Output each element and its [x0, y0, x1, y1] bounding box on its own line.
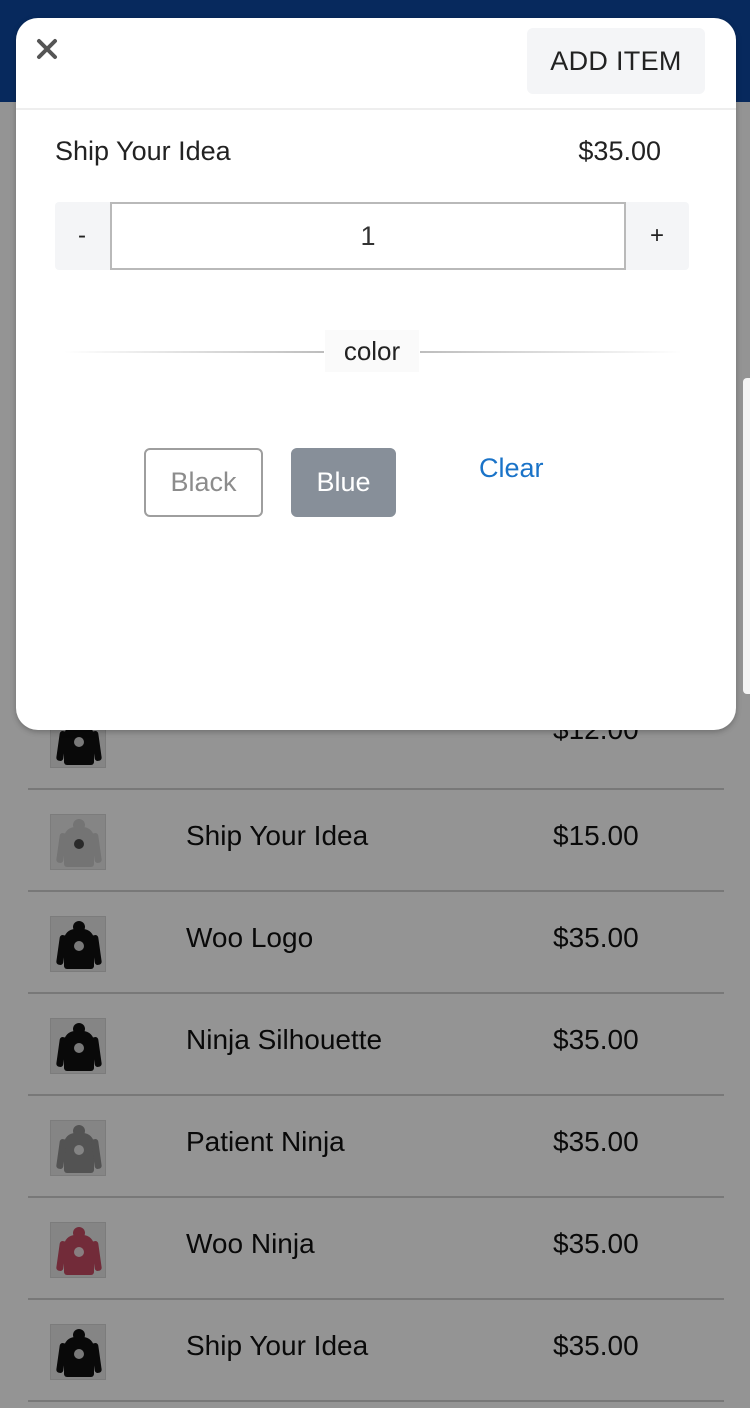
close-button[interactable]: [30, 32, 64, 66]
option-black-button[interactable]: Black: [144, 448, 263, 517]
close-icon: [37, 39, 57, 59]
divider: [420, 351, 682, 353]
divider: [64, 351, 324, 353]
decrement-button[interactable]: -: [55, 202, 109, 270]
clear-link[interactable]: Clear: [479, 453, 544, 484]
dialog-header: ADD ITEM: [16, 18, 736, 110]
add-item-button[interactable]: ADD ITEM: [527, 28, 705, 94]
product-price: $35.00: [578, 136, 661, 166]
attribute-label: color: [325, 330, 419, 372]
product-title: Ship Your Idea: [55, 136, 231, 166]
quantity-stepper: - +: [55, 202, 689, 270]
quantity-input[interactable]: [110, 202, 626, 270]
option-blue-button[interactable]: Blue: [291, 448, 396, 517]
increment-button[interactable]: +: [625, 202, 689, 270]
scrollbar[interactable]: [743, 378, 750, 694]
add-item-dialog: ADD ITEM Ship Your Idea $35.00 - + color…: [16, 18, 736, 730]
